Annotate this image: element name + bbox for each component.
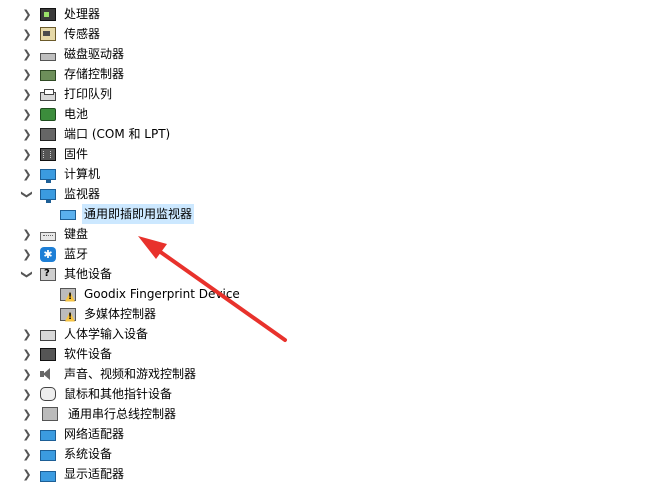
tree-item-label: 存储控制器 [64, 67, 125, 81]
tree-item-storage-controllers[interactable]: ❯ 存储控制器 [0, 64, 669, 84]
speaker-icon [40, 368, 56, 381]
tree-item-label: Goodix Fingerprint Device [84, 287, 240, 301]
tree-item-label: 固件 [64, 147, 89, 161]
tree-item-label: 传感器 [64, 27, 101, 41]
chevron-right-icon[interactable]: ❯ [18, 348, 36, 361]
tree-item-label: 人体学输入设备 [64, 327, 149, 341]
tree-item-label: 显示适配器 [64, 467, 125, 481]
chevron-right-icon[interactable]: ❯ [18, 28, 36, 41]
tree-item-label: 计算机 [64, 167, 101, 181]
chevron-right-icon[interactable]: ❯ [18, 388, 36, 401]
tree-item-label: 多媒体控制器 [84, 307, 157, 321]
chevron-right-icon[interactable]: ❯ [18, 8, 36, 21]
tree-item-monitors[interactable]: ❯ 监视器 [0, 184, 669, 204]
tree-item-sound-video-game[interactable]: ❯ 声音、视频和游戏控制器 [0, 364, 669, 384]
chevron-right-icon[interactable]: ❯ [18, 148, 36, 161]
tree-item-network-adapters[interactable]: ❯ 网络适配器 [0, 424, 669, 444]
mouse-icon [40, 387, 56, 401]
chevron-right-icon[interactable]: ❯ [18, 68, 36, 81]
tree-item-label: 电池 [64, 107, 89, 121]
bluetooth-icon: ✱ [40, 246, 56, 262]
tree-item-software-devices[interactable]: ❯ 软件设备 [0, 344, 669, 364]
chevron-right-icon[interactable]: ❯ [18, 368, 36, 381]
printer-icon [40, 88, 56, 101]
chevron-right-icon[interactable]: ❯ [18, 128, 36, 141]
tree-item-label: 软件设备 [64, 347, 113, 361]
chevron-right-icon[interactable]: ❯ [18, 328, 36, 341]
tree-item-bluetooth[interactable]: ❯ ✱ 蓝牙 [0, 244, 669, 264]
tree-item-other-devices[interactable]: ❯ 其他设备 [0, 264, 669, 284]
computer-icon [40, 169, 56, 183]
tree-item-label: 声音、视频和游戏控制器 [64, 367, 197, 381]
tree-item-label: 通用即插即用监视器 [82, 204, 195, 224]
port-icon [40, 128, 56, 141]
tree-item-print-queues[interactable]: ❯ 打印队列 [0, 84, 669, 104]
tree-item-sensors[interactable]: ❯ 传感器 [0, 24, 669, 44]
tree-item-goodix-fingerprint[interactable]: Goodix Fingerprint Device [0, 284, 669, 304]
tree-item-label: 打印队列 [64, 87, 113, 101]
tree-item-label: 网络适配器 [64, 427, 125, 441]
chevron-right-icon[interactable]: ❯ [18, 168, 36, 181]
warning-device-icon [60, 287, 76, 301]
tree-item-label: 通用串行总线控制器 [68, 407, 177, 421]
processor-icon [40, 8, 56, 21]
chevron-right-icon[interactable]: ❯ [18, 108, 36, 121]
tree-item-hid[interactable]: ❯ 人体学输入设备 [0, 324, 669, 344]
chevron-right-icon[interactable]: ❯ [18, 228, 36, 241]
tree-item-generic-pnp-monitor[interactable]: 通用即插即用监视器 [0, 204, 669, 224]
tree-item-keyboards[interactable]: ❯ 键盘 [0, 224, 669, 244]
tree-item-batteries[interactable]: ❯ 电池 [0, 104, 669, 124]
display-adapter-icon [40, 470, 56, 482]
monitor-icon [60, 210, 76, 220]
device-tree: ❯ 处理器 ❯ 传感器 ❯ 磁盘驱动器 ❯ 存储控制器 ❯ 打印队列 ❯ 电池 … [0, 4, 669, 484]
system-device-icon [40, 449, 56, 461]
tree-item-system-devices[interactable]: ❯ 系统设备 [0, 444, 669, 464]
tree-item-ports[interactable]: ❯ 端口 (COM 和 LPT) [0, 124, 669, 144]
chevron-right-icon[interactable]: ❯ [18, 428, 36, 441]
tree-item-label: 端口 (COM 和 LPT) [64, 127, 171, 141]
battery-icon [40, 108, 56, 121]
chevron-right-icon[interactable]: ❯ [18, 408, 36, 421]
chevron-right-icon[interactable]: ❯ [18, 88, 36, 101]
tree-item-label: 磁盘驱动器 [64, 47, 125, 61]
software-device-icon [40, 348, 56, 361]
tree-item-mice[interactable]: ❯ 鼠标和其他指针设备 [0, 384, 669, 404]
tree-item-computer[interactable]: ❯ 计算机 [0, 164, 669, 184]
chevron-right-icon[interactable]: ❯ [18, 48, 36, 61]
chevron-right-icon[interactable]: ❯ [18, 448, 36, 461]
tree-item-usb-controllers[interactable]: ❯ 通用串行总线控制器 [0, 404, 669, 424]
sensor-icon [40, 27, 56, 41]
monitor-icon [40, 189, 56, 203]
tree-item-disk-drives[interactable]: ❯ 磁盘驱动器 [0, 44, 669, 64]
tree-item-label: 处理器 [64, 7, 101, 21]
tree-item-label: 鼠标和其他指针设备 [64, 387, 173, 401]
tree-item-label: 蓝牙 [64, 247, 89, 261]
firmware-icon [40, 148, 56, 161]
warning-device-icon [60, 307, 76, 321]
tree-item-label: 监视器 [64, 187, 101, 201]
chevron-down-icon[interactable]: ❯ [21, 185, 34, 203]
usb-icon [42, 407, 58, 421]
other-devices-icon [40, 267, 56, 281]
storage-controller-icon [40, 70, 56, 81]
chevron-right-icon[interactable]: ❯ [18, 468, 36, 481]
tree-item-label: 其他设备 [64, 267, 113, 281]
tree-item-label: 系统设备 [64, 447, 113, 461]
chevron-down-icon[interactable]: ❯ [21, 265, 34, 283]
disk-drive-icon [40, 52, 56, 61]
tree-item-display-adapters[interactable]: ❯ 显示适配器 [0, 464, 669, 484]
tree-item-multimedia-controller[interactable]: 多媒体控制器 [0, 304, 669, 324]
tree-item-firmware[interactable]: ❯ 固件 [0, 144, 669, 164]
chevron-right-icon[interactable]: ❯ [18, 248, 36, 261]
network-adapter-icon [40, 429, 56, 441]
keyboard-icon [40, 231, 56, 241]
tree-item-label: 键盘 [64, 227, 89, 241]
hid-icon [40, 330, 56, 341]
tree-item-processors[interactable]: ❯ 处理器 [0, 4, 669, 24]
